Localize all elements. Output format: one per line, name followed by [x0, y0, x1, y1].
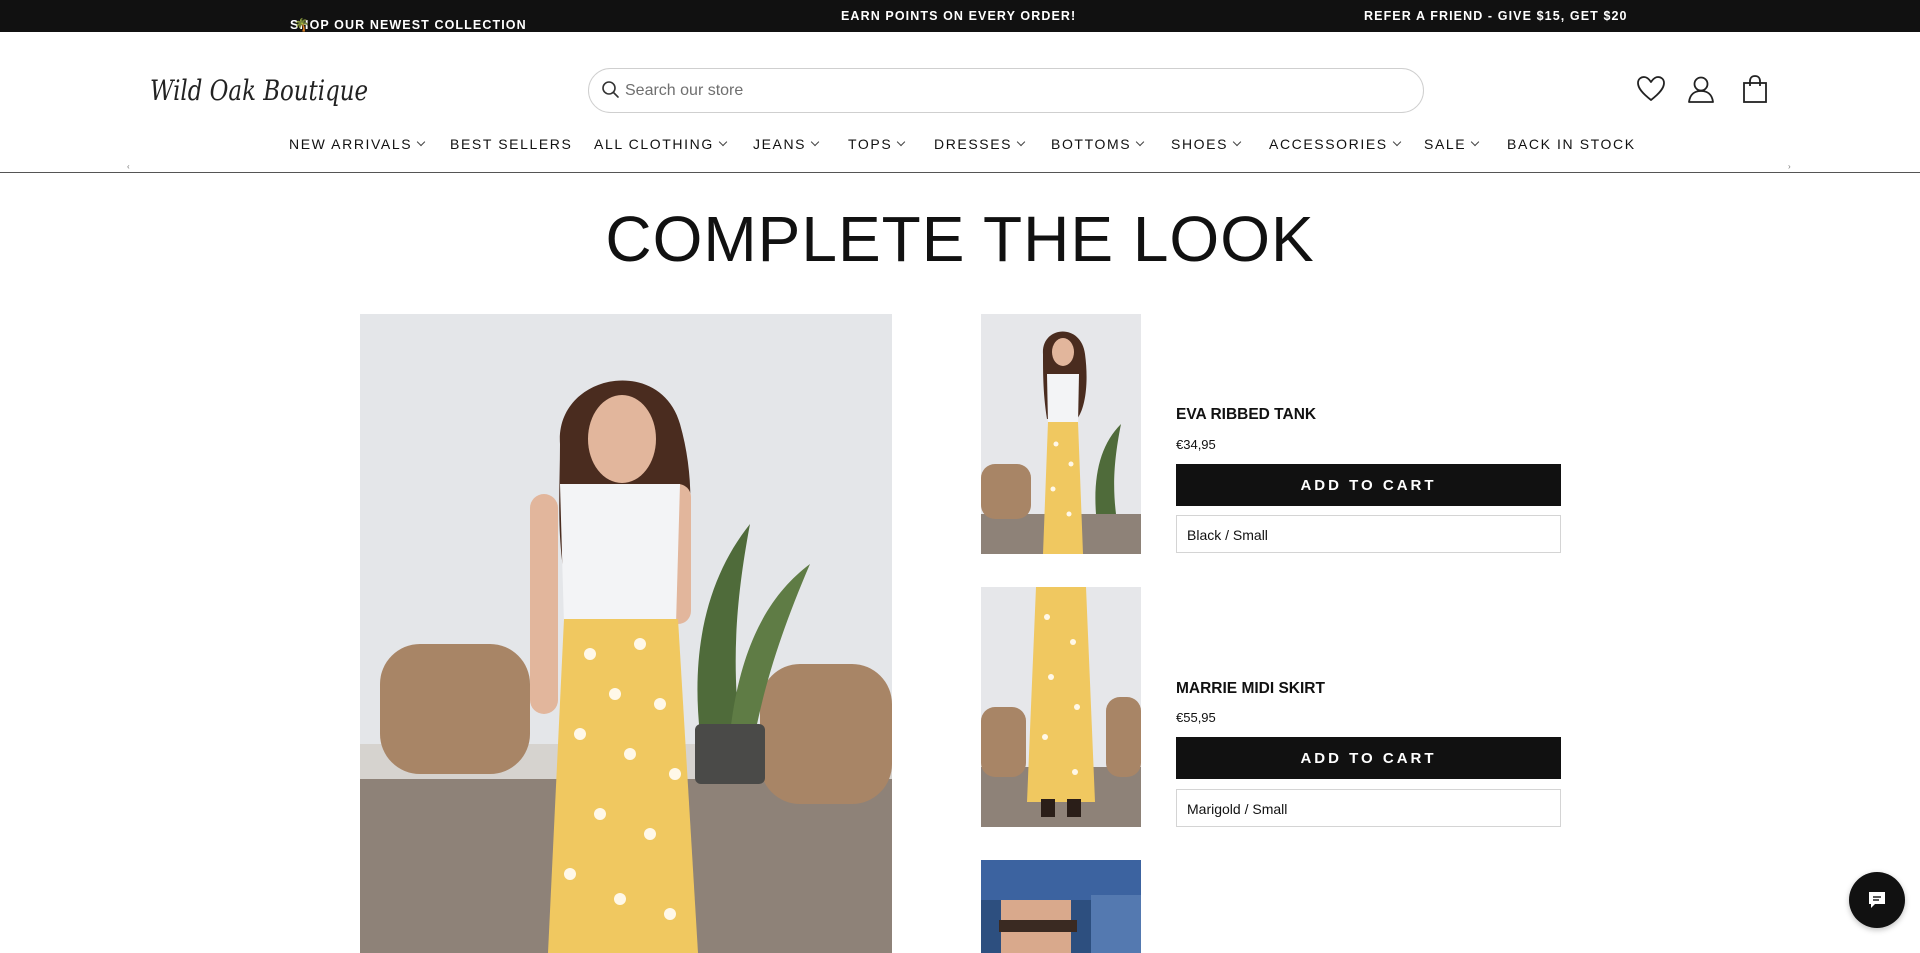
- product-photo: [981, 860, 1141, 953]
- main-navigation: NEW ARRIVALS BEST SELLERS ALL CLOTHING J…: [0, 132, 1920, 158]
- model-photo: [981, 587, 1141, 827]
- add-to-cart-button[interactable]: ADD TO CART: [1176, 737, 1561, 779]
- announcement-3[interactable]: REFER A FRIEND - GIVE $15, GET $20: [1364, 9, 1628, 23]
- hero-product-image[interactable]: [360, 314, 892, 953]
- variant-select[interactable]: Marigold / Small: [1176, 789, 1561, 827]
- variant-select[interactable]: Black / Small: [1176, 515, 1561, 553]
- chat-bubble-icon: [1869, 892, 1885, 908]
- nav-best-sellers[interactable]: BEST SELLERS: [450, 136, 572, 152]
- search-input[interactable]: [625, 69, 1405, 112]
- product-name[interactable]: EVA RIBBED TANK: [1176, 406, 1316, 424]
- nav-jeans[interactable]: JEANS: [753, 136, 820, 152]
- add-to-cart-button[interactable]: ADD TO CART: [1176, 464, 1561, 506]
- product-thumbnail-tank[interactable]: [981, 314, 1141, 554]
- page-title: COMPLETE THE LOOK: [605, 203, 1315, 275]
- nav-next-arrow[interactable]: ›: [1788, 162, 1791, 171]
- heart-icon: [1637, 76, 1665, 101]
- model-photo: [981, 314, 1141, 554]
- shopping-bag-icon: [1743, 75, 1767, 103]
- nav-sale[interactable]: SALE: [1424, 136, 1480, 152]
- header-divider: [0, 172, 1920, 173]
- chevron-down-icon: [897, 137, 906, 147]
- announcement-bar: SHOP OUR NEWEST COLLECTION 🌴 EARN POINTS …: [0, 0, 1920, 32]
- nav-all-clothing[interactable]: ALL CLOTHING: [594, 136, 728, 152]
- account-button[interactable]: [1684, 72, 1718, 106]
- chevron-down-icon: [1232, 137, 1242, 147]
- product-price: €55,95: [1176, 710, 1216, 725]
- chevron-down-icon: [1016, 137, 1026, 147]
- nav-dresses[interactable]: DRESSES: [934, 136, 1026, 152]
- chevron-down-icon: [416, 137, 426, 147]
- nav-shoes[interactable]: SHOES: [1171, 136, 1242, 152]
- nav-prev-arrow[interactable]: ‹: [127, 162, 130, 171]
- account-icon: [1688, 76, 1714, 103]
- svg-text:Wild Oak Boutique: Wild Oak Boutique: [150, 74, 368, 107]
- chevron-down-icon: [810, 137, 820, 147]
- chevron-down-icon: [1470, 137, 1480, 147]
- nav-new-arrivals[interactable]: NEW ARRIVALS: [289, 136, 426, 152]
- chevron-down-icon: [1392, 137, 1401, 147]
- chevron-down-icon: [718, 137, 728, 147]
- nav-accessories[interactable]: ACCESSORIES: [1269, 136, 1401, 152]
- product-name[interactable]: MARRIE MIDI SKIRT: [1176, 680, 1325, 698]
- model-photo: [360, 314, 892, 953]
- nav-back-in-stock[interactable]: BACK IN STOCK: [1507, 136, 1636, 152]
- product-price: €34,95: [1176, 437, 1216, 452]
- palm-tree-icon: 🌴: [294, 18, 311, 32]
- product-thumbnail-skirt[interactable]: [981, 587, 1141, 827]
- store-logo[interactable]: Wild Oak Boutique: [148, 66, 372, 112]
- chat-button[interactable]: [1849, 872, 1905, 928]
- logo-wordmark: Wild Oak Boutique: [150, 74, 368, 107]
- search-bar[interactable]: [588, 68, 1424, 113]
- wishlist-button[interactable]: [1634, 72, 1668, 106]
- search-icon: [602, 81, 619, 98]
- nav-bottoms[interactable]: BOTTOMS: [1051, 136, 1145, 152]
- chevron-down-icon: [1135, 137, 1145, 147]
- cart-button[interactable]: [1738, 72, 1772, 106]
- nav-tops[interactable]: TOPS: [848, 136, 906, 152]
- announcement-2[interactable]: EARN POINTS ON EVERY ORDER!: [841, 9, 1076, 23]
- product-thumbnail-sandal[interactable]: [981, 860, 1141, 953]
